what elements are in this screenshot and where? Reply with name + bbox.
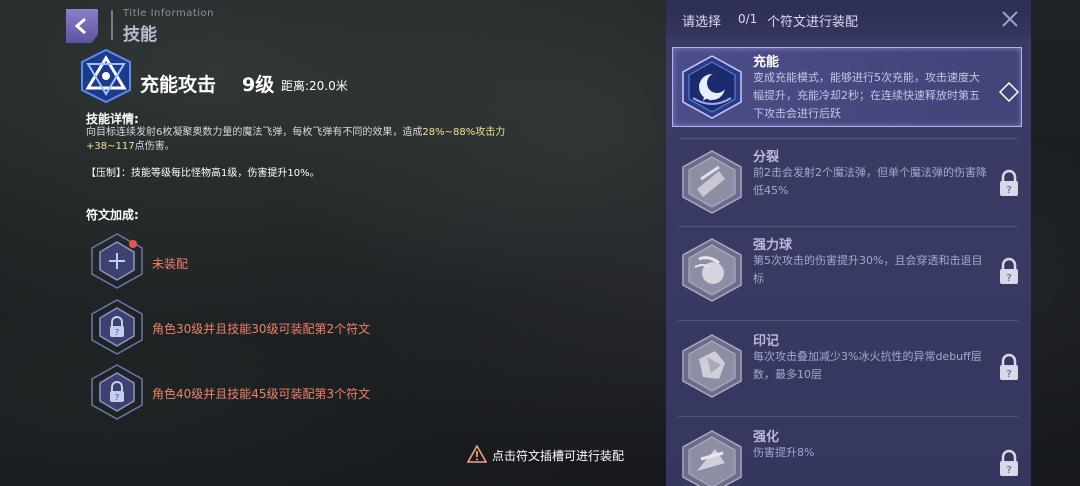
lock-icon: ? — [1000, 257, 1018, 284]
suppress-text: 【压制】：技能等级每比怪物高1级，伤害提升10%。 — [86, 168, 320, 179]
rune-option-name: 强化 — [753, 430, 780, 445]
mark-rune-icon — [682, 334, 742, 398]
rune-option-name: 强力球 — [753, 238, 793, 253]
rune-option-charge[interactable]: 充能 变成充能模式，能够进行5次充能，攻击速度大幅提升，充能冷却2秒；在连续快速… — [672, 47, 1022, 127]
skill-range: 距离:20.0米 — [281, 79, 348, 93]
panel-title-suffix: 个符文进行装配 — [767, 15, 859, 30]
divider — [678, 226, 1018, 227]
diamond-select-icon — [999, 82, 1019, 102]
rune-option-split[interactable]: 分裂 前2击会发射2个魔法弹，但单个魔法弹的伤害降低45% ? — [672, 142, 1022, 222]
back-arrow-icon — [74, 17, 86, 35]
enhance-rune-icon — [682, 430, 742, 486]
rune-option-desc: 第5次攻击的伤害提升30%，且会穿透和击退目标 — [753, 254, 983, 285]
rune-option-mark[interactable]: 印记 每次攻击叠加减少3%冰火抗性的异常debuff层数，最多10层 ? — [672, 326, 1022, 406]
rune-select-panel: 请选择 0/1 个符文进行装配 充能 变成充能模式，能够进行5次充能，攻击速度大… — [666, 0, 1031, 486]
detail-line1: 向目标连续发射6枚凝聚奥数力量的魔法飞弹，每枚飞弹有不同的效果，造成 — [86, 127, 423, 138]
rune-slot-2-label: 角色30级并且技能30级可装配第2个符文 — [152, 322, 371, 336]
rune-option-name: 充能 — [753, 55, 780, 70]
skill-detail-text: 向目标连续发射6枚凝聚奥数力量的魔法飞弹，每枚飞弹有不同的效果，造成28%~88… — [86, 126, 566, 154]
detail-attack-percent: 28%~88%攻击力 — [422, 127, 506, 138]
close-icon[interactable] — [1000, 9, 1020, 29]
rune-slot-2[interactable]: ? — [88, 298, 146, 356]
lock-icon: ? — [1000, 169, 1018, 196]
rune-option-name: 分裂 — [753, 150, 780, 165]
divider — [678, 138, 1018, 139]
skill-level: 9级 — [242, 74, 275, 96]
svg-text:?: ? — [1006, 185, 1011, 196]
hint-text: 点击符文插槽可进行装配 — [492, 449, 625, 463]
divider — [678, 320, 1018, 321]
panel-selected-count: 0/1 — [738, 12, 758, 26]
rune-option-desc: 每次攻击叠加减少3%冰火抗性的异常debuff层数，最多10层 — [753, 350, 982, 381]
split-rune-icon — [682, 150, 742, 214]
lock-icon: ? — [1000, 449, 1018, 476]
charge-rune-icon — [682, 55, 742, 119]
page-title: 技能 — [123, 25, 157, 45]
skill-detail-title: 技能详情: — [86, 112, 139, 126]
header-subtitle: Title Information — [123, 8, 214, 19]
svg-text:?: ? — [1006, 369, 1011, 380]
rune-option-desc: 变成充能模式，能够进行5次充能，攻击速度大幅提升，充能冷却2秒；在连续快速释放时… — [753, 71, 980, 120]
back-button[interactable] — [66, 9, 98, 43]
warning-icon — [467, 445, 487, 463]
rune-slot-3[interactable]: ? — [88, 363, 146, 421]
rune-option-desc: 伤害提升8% — [753, 446, 815, 459]
panel-header: 请选择 0/1 个符文进行装配 — [666, 0, 1031, 38]
panel-title-prefix: 请选择 — [682, 15, 722, 30]
detail-flat-damage: +38~117 — [86, 141, 135, 152]
power-ball-rune-icon — [682, 238, 742, 302]
rune-slot-3-label: 角色40级并且技能45级可装配第3个符文 — [152, 387, 371, 401]
divider — [678, 416, 1018, 417]
header-divider — [111, 10, 113, 40]
svg-text:?: ? — [1006, 465, 1011, 476]
rune-option-power-ball[interactable]: 强力球 第5次攻击的伤害提升30%，且会穿透和击退目标 ? — [672, 230, 1022, 310]
rune-slot-1-label: 未装配 — [152, 257, 189, 271]
svg-text:?: ? — [115, 328, 119, 337]
detail-line2: 点伤害。 — [134, 141, 175, 152]
svg-text:?: ? — [115, 393, 119, 402]
rune-option-enhance[interactable]: 强化 伤害提升8% ? — [672, 422, 1022, 486]
rune-section-title: 符文加成: — [86, 208, 139, 222]
rune-option-desc: 前2击会发射2个魔法弹，但单个魔法弹的伤害降低45% — [753, 166, 987, 197]
skill-name: 充能攻击 — [140, 74, 217, 96]
rune-option-name: 印记 — [753, 334, 780, 349]
lock-icon: ? — [1000, 353, 1018, 380]
skill-emblem-icon — [81, 48, 131, 104]
new-badge — [129, 240, 137, 248]
rune-slot-1[interactable] — [88, 232, 146, 290]
svg-text:?: ? — [1006, 273, 1011, 284]
